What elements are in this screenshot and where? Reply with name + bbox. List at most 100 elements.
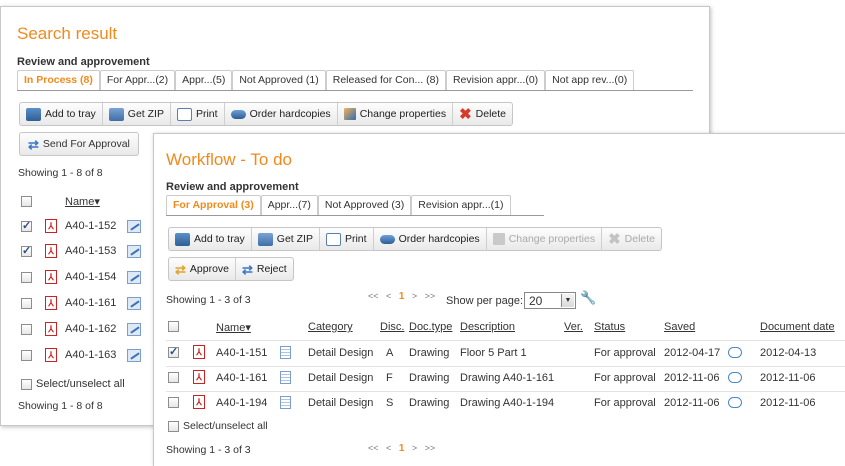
version-column-header[interactable]: Ver. (564, 321, 583, 333)
row-checkbox[interactable] (21, 244, 32, 257)
document-date-column-header[interactable]: Document date (760, 321, 835, 333)
tab-released[interactable]: Released for Con... (8) (325, 70, 446, 90)
pager-current[interactable]: 1 (399, 291, 405, 302)
change-properties-button[interactable]: Change properties (487, 228, 603, 250)
pdf-icon[interactable]: ⅄ (45, 348, 57, 362)
document-name[interactable]: A40-1-194 (216, 397, 267, 409)
print-button[interactable]: Print (320, 228, 374, 250)
edit-icon[interactable] (127, 244, 141, 258)
tab-not-approved[interactable]: Not Approved (3) (317, 195, 412, 215)
select-all-label[interactable]: Select/unselect all (36, 378, 125, 390)
table-row[interactable]: ⅄ A40-1-163 (21, 345, 141, 365)
edit-icon[interactable] (127, 219, 141, 233)
comment-icon[interactable] (728, 347, 742, 358)
tab-approved[interactable]: Appr...(7) (260, 195, 318, 215)
edit-icon[interactable] (127, 322, 141, 336)
comment-icon[interactable] (728, 397, 742, 408)
document-name[interactable]: A40-1-152 (65, 220, 127, 232)
pager-next[interactable]: > (412, 443, 417, 453)
document-icon[interactable] (280, 371, 291, 384)
comment-icon[interactable] (728, 372, 742, 383)
pdf-icon[interactable]: ⅄ (193, 345, 205, 359)
pager-last[interactable]: >> (425, 291, 436, 301)
delete-button[interactable]: ✖ Delete (602, 228, 661, 250)
tab-not-approved-revision[interactable]: Not app rev...(0) (545, 70, 635, 90)
table-row[interactable]: ⅄ A40-1-153 (21, 241, 141, 261)
document-name[interactable]: A40-1-163 (65, 349, 127, 361)
reject-button[interactable]: ⇄ Reject (236, 258, 293, 280)
select-all-checkbox[interactable] (21, 378, 32, 390)
table-row[interactable]: ⅄ A40-1-152 (21, 216, 141, 236)
name-column-header[interactable]: Name▾ (216, 321, 251, 334)
select-all-label[interactable]: Select/unselect all (183, 420, 268, 432)
document-icon[interactable] (280, 396, 291, 409)
add-to-tray-button[interactable]: Add to tray (169, 228, 252, 250)
pager-next[interactable]: > (412, 291, 417, 301)
table-row[interactable]: ⅄ A40-1-161 Detail Design F Drawing Draw… (154, 367, 845, 391)
table-row[interactable]: ⅄ A40-1-154 (21, 267, 141, 287)
document-name[interactable]: A40-1-154 (65, 271, 127, 283)
get-zip-button[interactable]: Get ZIP (252, 228, 320, 250)
per-page-select[interactable]: 20 ▼ (524, 292, 576, 309)
document-name[interactable]: A40-1-161 (65, 297, 127, 309)
row-checkbox[interactable] (168, 397, 179, 408)
get-zip-button[interactable]: Get ZIP (103, 103, 171, 125)
tab-revision-approval[interactable]: Revision appr...(1) (411, 195, 511, 215)
pdf-icon[interactable]: ⅄ (45, 322, 57, 336)
pager-prev[interactable]: < (386, 291, 391, 301)
select-all-row[interactable]: Select/unselect all (21, 374, 125, 394)
add-to-tray-button[interactable]: Add to tray (20, 103, 103, 125)
document-name[interactable]: A40-1-161 (216, 372, 267, 384)
approve-button[interactable]: ⇄ Approve (169, 258, 237, 280)
name-column-header[interactable]: Name▾ (65, 195, 100, 208)
document-name[interactable]: A40-1-162 (65, 323, 127, 335)
order-hardcopies-button[interactable]: Order hardcopies (225, 103, 338, 125)
tab-for-approval[interactable]: For Approval (3) (166, 195, 261, 215)
status-column-header[interactable]: Status (594, 321, 625, 333)
disc-column-header[interactable]: Disc. (380, 321, 404, 333)
select-all-header-checkbox[interactable] (21, 195, 32, 207)
tab-approved[interactable]: Appr...(5) (175, 70, 233, 90)
row-checkbox[interactable] (21, 323, 32, 335)
description-column-header[interactable]: Description (460, 321, 515, 333)
order-hardcopies-button[interactable]: Order hardcopies (374, 228, 487, 250)
pdf-icon[interactable]: ⅄ (45, 219, 57, 233)
pager-first[interactable]: << (368, 443, 379, 453)
pdf-icon[interactable]: ⅄ (45, 244, 57, 258)
pdf-icon[interactable]: ⅄ (45, 270, 57, 284)
table-row[interactable]: ⅄ A40-1-162 (21, 319, 141, 339)
table-row[interactable]: ⅄ A40-1-151 Detail Design A Drawing Floo… (154, 342, 845, 366)
wrench-icon[interactable]: 🔧 (580, 290, 596, 306)
tab-for-approval[interactable]: For Appr...(2) (99, 70, 176, 90)
pdf-icon[interactable]: ⅄ (193, 395, 205, 409)
change-properties-button[interactable]: Change properties (338, 103, 454, 125)
row-checkbox[interactable] (21, 349, 32, 361)
tab-in-process[interactable]: In Process (8) (17, 70, 100, 90)
row-checkbox[interactable] (21, 219, 32, 232)
edit-icon[interactable] (127, 348, 141, 362)
table-row[interactable]: ⅄ A40-1-194 Detail Design S Drawing Draw… (154, 392, 845, 416)
pager-current[interactable]: 1 (399, 443, 405, 454)
pager-first[interactable]: << (368, 291, 379, 301)
row-checkbox[interactable] (168, 345, 179, 358)
saved-column-header[interactable]: Saved (664, 321, 695, 333)
document-icon[interactable] (280, 346, 291, 359)
document-name[interactable]: A40-1-153 (65, 245, 127, 257)
document-name[interactable]: A40-1-151 (216, 347, 267, 359)
select-all-row[interactable]: Select/unselect all (168, 420, 268, 432)
doctype-column-header[interactable]: Doc.type (409, 321, 452, 333)
edit-icon[interactable] (127, 270, 141, 284)
edit-icon[interactable] (127, 296, 141, 310)
select-all-checkbox[interactable] (168, 420, 179, 432)
row-checkbox[interactable] (21, 297, 32, 309)
category-column-header[interactable]: Category (308, 321, 353, 333)
pager-prev[interactable]: < (386, 443, 391, 453)
table-row[interactable]: ⅄ A40-1-161 (21, 293, 141, 313)
delete-button[interactable]: ✖ Delete (453, 103, 512, 125)
pager-last[interactable]: >> (425, 443, 436, 453)
tab-revision-approval[interactable]: Revision appr...(0) (445, 70, 546, 90)
send-for-approval-button[interactable]: ⇄ Send For Approval (19, 132, 139, 156)
tab-not-approved[interactable]: Not Approved (1) (232, 70, 326, 90)
row-checkbox[interactable] (168, 372, 179, 383)
pdf-icon[interactable]: ⅄ (45, 296, 57, 310)
